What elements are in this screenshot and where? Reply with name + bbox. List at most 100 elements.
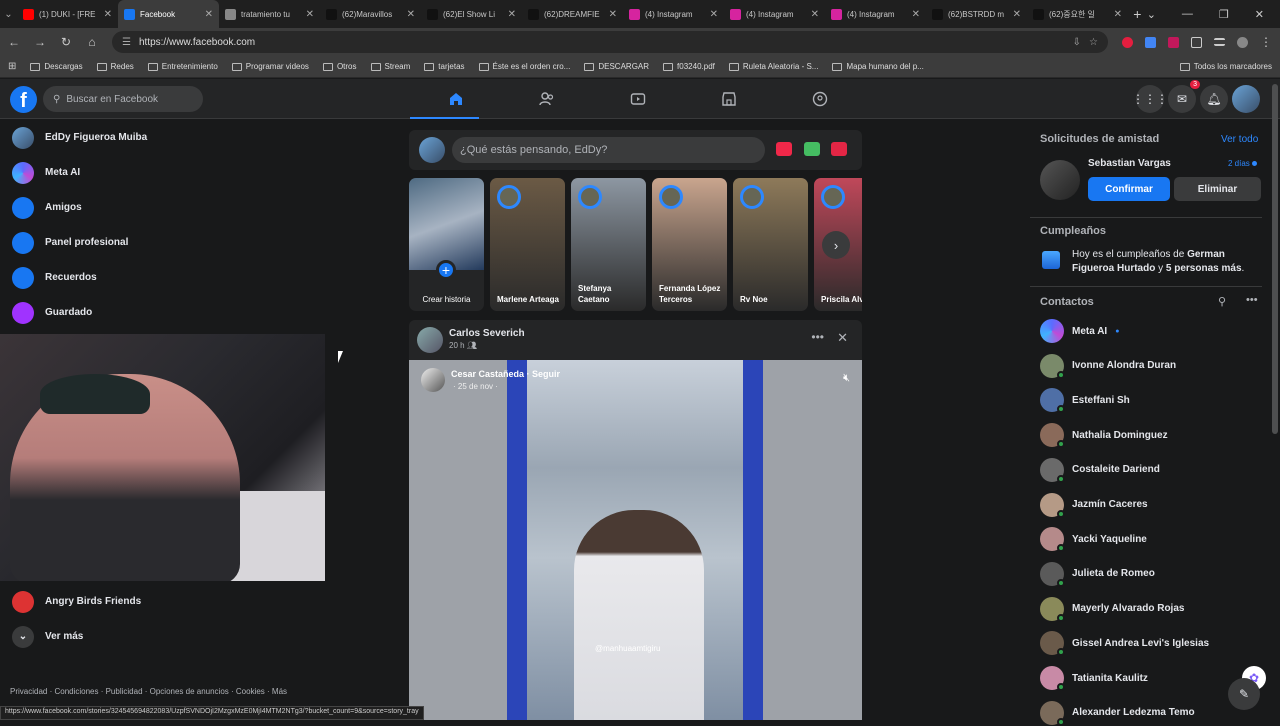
contact-item[interactable]: Jazmín Caceres xyxy=(1040,492,1148,518)
contact-item[interactable]: Yacki Yaqueline xyxy=(1040,526,1147,553)
bookmark-star-icon[interactable]: ☆ xyxy=(1089,37,1098,48)
site-info-icon[interactable]: ☰ xyxy=(122,37,131,48)
home-icon[interactable]: ⌂ xyxy=(86,35,98,49)
request-avatar[interactable] xyxy=(1040,160,1080,200)
browser-tab[interactable]: (62)중요한 일 ✕ xyxy=(1027,0,1128,28)
contact-item[interactable]: Meta AI ● xyxy=(1040,318,1119,344)
apps-grid-icon[interactable]: ⊞ xyxy=(8,61,16,72)
bookmark-item[interactable]: Mapa humano del p... xyxy=(832,62,924,71)
bookmark-item[interactable]: Stream xyxy=(370,62,410,71)
tab-search-icon[interactable]: ⌄ xyxy=(0,9,17,20)
tab-menu-icon[interactable]: ⌄ xyxy=(1147,8,1156,21)
menu-grid-button[interactable]: ⋮⋮⋮ xyxy=(1132,85,1168,113)
reel-icon[interactable] xyxy=(831,142,847,156)
browser-tab[interactable]: (62)Maravillos ✕ xyxy=(320,0,421,28)
browser-menu-icon[interactable]: ⋮ xyxy=(1260,35,1272,49)
tab-close-icon[interactable]: ✕ xyxy=(508,9,516,20)
account-avatar[interactable] xyxy=(1232,85,1260,113)
tab-close-icon[interactable]: ✕ xyxy=(306,9,314,20)
browser-tab[interactable]: (4) Instagram ✕ xyxy=(724,0,825,28)
page-scrollbar[interactable] xyxy=(1272,84,1278,434)
extension-translate-icon[interactable] xyxy=(1145,36,1156,48)
extensions-puzzle-icon[interactable] xyxy=(1191,36,1202,48)
bookmark-item[interactable]: Ruleta Aleatoria - S... xyxy=(728,62,818,71)
post-author-name[interactable]: Carlos Severich xyxy=(449,328,525,339)
new-tab-button[interactable]: + xyxy=(1128,6,1147,22)
contacts-search-icon[interactable]: ⚲ xyxy=(1218,295,1226,308)
bookmark-item[interactable]: Descargas xyxy=(30,62,83,71)
see-all-link[interactable]: Ver todo xyxy=(1221,134,1258,145)
contact-item[interactable]: Costaleite Dariend xyxy=(1040,457,1160,483)
media-controls-icon[interactable] xyxy=(1214,38,1225,46)
profile-icon[interactable] xyxy=(1237,36,1248,48)
story-card[interactable]: Fernanda López Terceros xyxy=(652,178,727,311)
nav-video-tab[interactable] xyxy=(592,79,683,119)
browser-tab[interactable]: Facebook ✕ xyxy=(118,0,219,28)
tab-close-icon[interactable]: ✕ xyxy=(609,9,617,20)
nav-home-tab[interactable] xyxy=(410,79,501,119)
browser-tab[interactable]: tratamiento tu ✕ xyxy=(219,0,320,28)
url-field[interactable]: ☰ https://www.facebook.com ⇩ ☆ xyxy=(112,31,1108,53)
reel-author-name[interactable]: Cesar Castañeda · Seguir xyxy=(451,369,560,379)
delete-button[interactable]: Eliminar xyxy=(1174,177,1261,201)
maximize-icon[interactable]: ❐ xyxy=(1219,8,1229,21)
sidebar-item[interactable]: ⌄ Ver más xyxy=(0,619,325,654)
stories-next-button[interactable]: › xyxy=(822,231,850,259)
confirm-button[interactable]: Confirmar xyxy=(1088,177,1170,201)
post-more-icon[interactable]: ••• xyxy=(811,330,824,344)
tab-close-icon[interactable]: ✕ xyxy=(1013,9,1021,20)
tab-close-icon[interactable]: ✕ xyxy=(710,9,718,20)
bookmark-item[interactable]: Otros xyxy=(322,62,357,71)
extension-red-icon[interactable] xyxy=(1122,36,1133,48)
sidebar-item[interactable]: Recuerdos xyxy=(0,260,325,295)
browser-tab[interactable]: (4) Instagram ✕ xyxy=(825,0,926,28)
composer-avatar[interactable] xyxy=(419,137,445,163)
tab-close-icon[interactable]: ✕ xyxy=(1114,9,1122,20)
sidebar-item[interactable]: Angry Birds Friends xyxy=(0,584,325,619)
install-app-icon[interactable]: ⇩ xyxy=(1073,37,1081,48)
composer-input[interactable]: ¿Qué estás pensando, EdDy? xyxy=(452,137,765,163)
tab-close-icon[interactable]: ✕ xyxy=(912,9,920,20)
contact-item[interactable]: Julieta de Romeo xyxy=(1040,561,1155,587)
sidebar-item[interactable]: Guardado xyxy=(0,295,325,330)
forward-icon[interactable]: → xyxy=(34,35,46,49)
footer-links[interactable]: Privacidad · Condiciones · Publicidad · … xyxy=(10,687,310,696)
nav-groups-tab[interactable] xyxy=(774,79,865,119)
contact-item[interactable]: Alexander Ledezma Temo xyxy=(1040,700,1195,726)
browser-tab[interactable]: (1) DUKI - [FRE ✕ xyxy=(17,0,118,28)
extension-pink-icon[interactable] xyxy=(1168,36,1179,48)
bookmark-item[interactable]: Redes xyxy=(96,62,134,71)
contacts-more-icon[interactable]: ••• xyxy=(1246,294,1258,306)
tab-close-icon[interactable]: ✕ xyxy=(104,9,112,20)
sidebar-item[interactable]: Panel profesional xyxy=(0,225,325,260)
story-card[interactable]: Stefanya Caetano xyxy=(571,178,646,311)
contact-item[interactable]: Esteffani Sh xyxy=(1040,387,1130,414)
create-story-card[interactable]: + Crear historia xyxy=(409,178,484,311)
reload-icon[interactable]: ↻ xyxy=(60,35,72,49)
request-name[interactable]: Sebastian Vargas xyxy=(1088,158,1171,169)
photo-video-icon[interactable] xyxy=(804,142,820,156)
sidebar-item[interactable]: EdDy Figueroa Muiba xyxy=(0,120,325,155)
contact-item[interactable]: Mayerly Alvarado Rojas xyxy=(1040,596,1184,622)
back-icon[interactable]: ← xyxy=(8,35,20,49)
shared-reel[interactable]: Cesar Castañeda · Seguir · 25 de nov · 🔇… xyxy=(409,360,862,720)
tab-close-icon[interactable]: ✕ xyxy=(811,9,819,20)
contact-item[interactable]: Tatianita Kaulitz xyxy=(1040,665,1148,691)
contact-item[interactable]: Nathalia Dominguez xyxy=(1040,422,1168,449)
messenger-button[interactable]: ✉ 3 xyxy=(1168,80,1200,113)
browser-tab[interactable]: (62)BSTRDD m ✕ xyxy=(926,0,1027,28)
minimize-icon[interactable]: — xyxy=(1182,8,1193,21)
browser-tab[interactable]: (62)El Show Li ✕ xyxy=(421,0,522,28)
bookmark-item[interactable]: tarjetas xyxy=(424,62,465,71)
sidebar-item[interactable]: Meta AI xyxy=(0,155,325,190)
new-message-button[interactable]: ✎ xyxy=(1228,678,1260,710)
reel-author-avatar[interactable] xyxy=(421,368,445,392)
nav-marketplace-tab[interactable] xyxy=(683,79,774,119)
live-video-icon[interactable] xyxy=(776,142,792,156)
contact-item[interactable]: Gissel Andrea Levi's Iglesias xyxy=(1040,630,1209,657)
bookmark-item[interactable]: DESCARGAR xyxy=(584,62,649,71)
close-window-icon[interactable]: ✕ xyxy=(1255,8,1264,21)
bookmark-item[interactable]: Programar videos xyxy=(231,62,309,71)
tab-close-icon[interactable]: ✕ xyxy=(407,9,415,20)
post-close-icon[interactable]: ✕ xyxy=(837,330,848,346)
